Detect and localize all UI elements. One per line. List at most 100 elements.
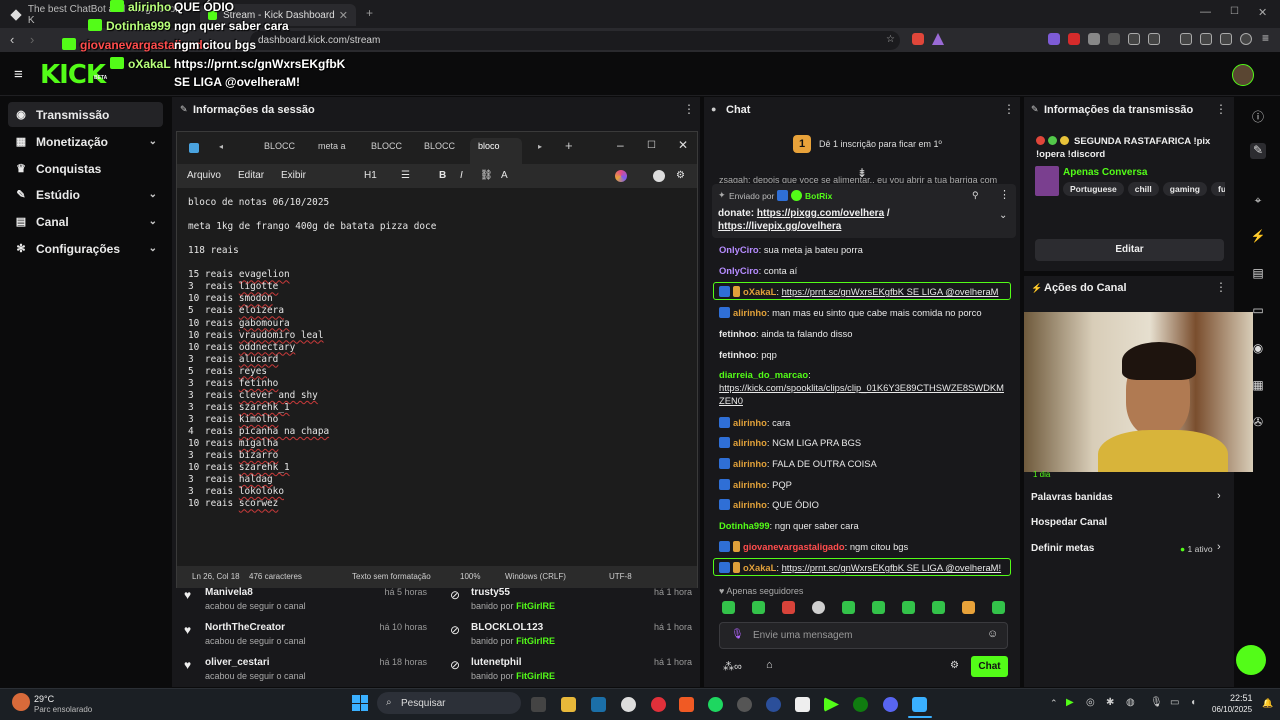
sidebar-item-monetizacao[interactable]: ▦ Monetização ⌄ xyxy=(8,129,163,154)
kebab-menu-icon[interactable]: ⋮ xyxy=(999,188,1010,201)
task-view-icon[interactable] xyxy=(531,697,546,712)
clipboard-icon[interactable]: ▤ xyxy=(1250,266,1266,282)
emote-icon[interactable] xyxy=(962,601,975,614)
opera-icon[interactable] xyxy=(651,697,666,712)
chat-username[interactable]: OnlyCiro xyxy=(719,244,759,255)
sidebar-item-conquistas[interactable]: ♛ Conquistas xyxy=(8,156,163,181)
url-field[interactable]: dashboard.kick.com/stream xyxy=(250,31,900,50)
maximize-window-icon[interactable]: ☐ xyxy=(1230,6,1239,17)
xbox-icon[interactable] xyxy=(853,697,868,712)
sidebar-item-canal[interactable]: ▤ Canal ⌄ xyxy=(8,209,163,234)
back-icon[interactable]: ‹ xyxy=(10,32,14,47)
sidebar-toggle-icon[interactable] xyxy=(1180,33,1192,45)
sidebar-item-transmissao[interactable]: ◉ Transmissão xyxy=(8,102,163,127)
extension-icon[interactable] xyxy=(1048,33,1060,45)
banned-words-link[interactable]: Palavras banidas xyxy=(1031,492,1113,503)
chat-send-button[interactable]: Chat xyxy=(971,656,1008,677)
bookmark-icon[interactable]: ☆ xyxy=(886,34,895,45)
close-tab-icon[interactable]: ✕ xyxy=(339,9,348,22)
chat-message[interactable]: alirinho: NGM LIGA PRA BGS xyxy=(719,436,1009,449)
kebab-menu-icon[interactable]: ⋮ xyxy=(1215,280,1227,294)
extension-icon[interactable] xyxy=(1088,33,1100,45)
activity-icon[interactable]: ▦ xyxy=(1250,378,1266,394)
microphone-icon[interactable]: 🎙 xyxy=(731,629,744,640)
chevron-down-icon[interactable]: ⌄ xyxy=(999,210,1007,221)
notepad-taskbar-icon[interactable] xyxy=(912,697,927,712)
chat-message[interactable]: alirinho: man mas eu sinto que cabe mais… xyxy=(719,306,1009,319)
extension-icon[interactable] xyxy=(1068,33,1080,45)
tag[interactable]: gaming xyxy=(1162,182,1208,196)
edit-stream-info-button[interactable]: Editar xyxy=(1035,239,1224,261)
link-icon[interactable]: ⛓ xyxy=(480,170,493,181)
tray-chevron-icon[interactable]: ⌃ xyxy=(1050,698,1058,709)
notepad-tab[interactable]: BLOCC xyxy=(264,141,295,151)
app-icon[interactable] xyxy=(737,697,752,712)
chat-message[interactable]: oXakaL: https://prnt.sc/gnWxrsEKgfbK SE … xyxy=(719,285,1009,298)
maximize-window-icon[interactable]: ☐ xyxy=(647,140,656,151)
chat-username[interactable]: alirinho xyxy=(733,458,767,469)
set-goals-link[interactable]: Definir metas xyxy=(1031,543,1094,554)
kebab-menu-icon[interactable]: ⋮ xyxy=(1215,102,1227,116)
sidebar-item-configuracoes[interactable]: ✻ Configurações ⌄ xyxy=(8,236,163,261)
sidebar-item-estudio[interactable]: ✎ Estúdio ⌄ xyxy=(8,182,163,207)
chat-username[interactable]: alirinho xyxy=(733,307,767,318)
chat-message[interactable]: OnlyCiro: sua meta ja bateu porra xyxy=(719,243,1009,256)
hamburger-menu-icon[interactable]: ≡ xyxy=(14,66,23,83)
chat-username[interactable]: alirinho xyxy=(733,437,767,448)
pinned-link-livepix[interactable]: https://livepix.gg/ovelhera xyxy=(718,221,841,232)
pencil-icon[interactable]: ✎ xyxy=(1250,143,1266,159)
new-tab-button[interactable]: + xyxy=(565,138,573,153)
brave-icon[interactable] xyxy=(679,697,694,712)
pinned-link-pixgg[interactable]: https://pixgg.com/ovelhera xyxy=(757,208,884,219)
chat-username[interactable]: giovanevargastaligado xyxy=(743,541,845,552)
notepad-tab[interactable]: meta a xyxy=(318,141,346,151)
clear-format-icon[interactable]: A xyxy=(501,170,508,181)
extension-icon[interactable] xyxy=(1200,33,1212,45)
spotify-icon[interactable] xyxy=(708,697,723,712)
chat-username[interactable]: alirinho xyxy=(733,479,767,490)
chat-username[interactable]: Dotinha999 xyxy=(719,520,770,531)
heading-dropdown[interactable]: H1 xyxy=(364,170,377,181)
infinity-icon[interactable]: ⁂∞ xyxy=(723,660,742,673)
chat-message[interactable]: alirinho: PQP xyxy=(719,478,1009,491)
extensions-puzzle-icon[interactable] xyxy=(1128,33,1140,45)
chat-text[interactable]: https://prnt.sc/gnWxrsEKgfbK SE LIGA @ov… xyxy=(782,286,999,297)
account-icon[interactable] xyxy=(653,170,665,182)
notepad-tab[interactable]: BLOCC xyxy=(371,141,402,151)
extension-icon[interactable] xyxy=(1220,33,1232,45)
tray-bluetooth-icon[interactable]: ✱ xyxy=(1106,697,1114,708)
notifications-icon[interactable]: 🔔 xyxy=(1262,698,1273,709)
tray-network-icon[interactable]: ▭ xyxy=(1170,697,1179,708)
broadcast-icon[interactable]: ◉ xyxy=(1250,341,1266,357)
notepad-tab-active[interactable]: bloco xyxy=(470,138,522,164)
discord-icon[interactable] xyxy=(883,697,898,712)
unpin-icon[interactable]: ⚲ xyxy=(972,190,979,201)
store-icon[interactable]: ⌂ xyxy=(766,659,773,671)
extension-icon[interactable] xyxy=(1108,33,1120,45)
notepad-tab[interactable]: BLOCC xyxy=(424,141,455,151)
chevron-right-icon[interactable]: › xyxy=(1217,490,1221,502)
chat-message[interactable]: diarreia_do_marcao: https://kick.com/spoo… xyxy=(719,368,1009,407)
close-window-icon[interactable]: ✕ xyxy=(678,138,688,152)
menu-editar[interactable]: Editar xyxy=(238,170,264,181)
chevron-right-icon[interactable]: › xyxy=(1217,541,1221,553)
italic-icon[interactable]: I xyxy=(460,170,463,181)
lightning-icon[interactable]: ⚡ xyxy=(1250,229,1266,245)
chat-message[interactable]: fetinhoo: pqp xyxy=(719,348,1009,361)
list-icon[interactable]: ☰ xyxy=(401,170,410,181)
emote-icon[interactable] xyxy=(722,601,735,614)
chat-username[interactable]: oXakaL xyxy=(743,286,776,297)
minimize-window-icon[interactable]: — xyxy=(1200,6,1211,18)
file-explorer-icon[interactable] xyxy=(561,697,576,712)
browser-menu-icon[interactable]: ≡ xyxy=(1262,31,1269,45)
tray-app-icon[interactable]: ◎ xyxy=(1086,697,1095,708)
chat-username[interactable]: diarreia_do_marcao xyxy=(719,369,808,380)
category-thumbnail[interactable] xyxy=(1035,166,1059,196)
avatar[interactable] xyxy=(1232,64,1254,86)
bold-icon[interactable]: B xyxy=(439,170,446,181)
chat-text[interactable]: https://prnt.sc/gnWxrsEKgfbK SE LIGA @ov… xyxy=(782,562,1002,573)
support-headset-icon[interactable] xyxy=(1236,645,1266,675)
clock-time[interactable]: 22:51 xyxy=(1230,693,1253,703)
emote-icon[interactable] xyxy=(902,601,915,614)
emote-icon[interactable] xyxy=(842,601,855,614)
